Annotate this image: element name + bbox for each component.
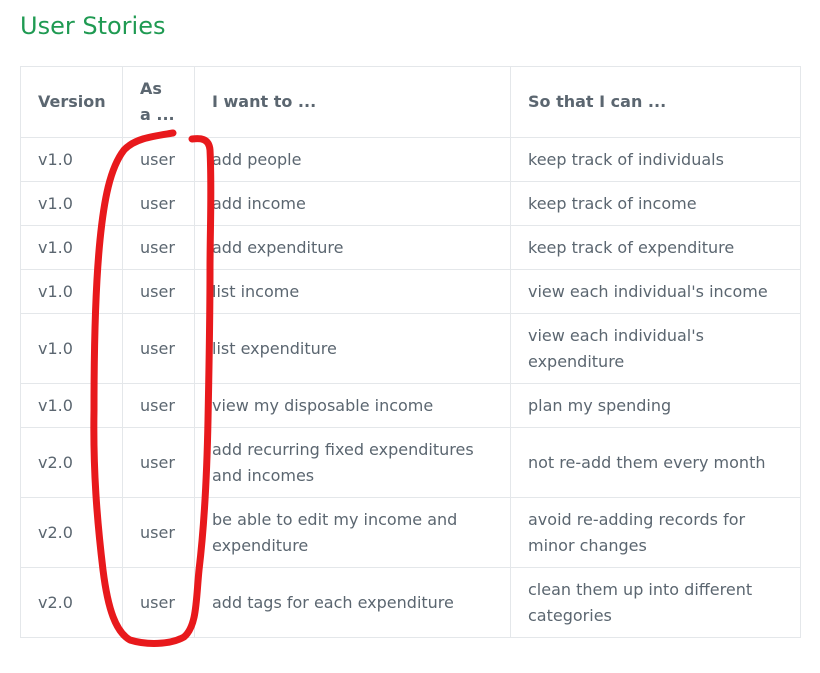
cell-want: add income: [194, 181, 511, 226]
cell-role: user: [122, 567, 195, 638]
cell-role: user: [122, 181, 195, 226]
cell-want: view my disposable income: [194, 383, 511, 428]
cell-version: v1.0: [20, 181, 123, 226]
cell-version: v2.0: [20, 497, 123, 568]
table-row: v1.0 user view my disposable income plan…: [20, 383, 801, 428]
cell-version: v2.0: [20, 567, 123, 638]
cell-version: v1.0: [20, 383, 123, 428]
cell-role: user: [122, 383, 195, 428]
table-row: v1.0 user add expenditure keep track of …: [20, 225, 801, 270]
table-row: v2.0 user add recurring fixed expenditur…: [20, 427, 801, 498]
table-row: v2.0 user be able to edit my income and …: [20, 497, 801, 568]
table-row: v1.0 user list expenditure view each ind…: [20, 313, 801, 384]
cell-benefit: keep track of individuals: [510, 137, 801, 182]
header-want: I want to ...: [194, 66, 511, 138]
cell-benefit: view each individual's income: [510, 269, 801, 314]
header-role: As a ...: [122, 66, 195, 138]
cell-role: user: [122, 427, 195, 498]
cell-version: v1.0: [20, 269, 123, 314]
header-version: Version: [20, 66, 123, 138]
cell-benefit: keep track of expenditure: [510, 225, 801, 270]
user-stories-table: Version As a ... I want to ... So that I…: [20, 66, 801, 638]
cell-benefit: plan my spending: [510, 383, 801, 428]
table-row: v1.0 user add income keep track of incom…: [20, 181, 801, 226]
table-header-row: Version As a ... I want to ... So that I…: [20, 66, 801, 138]
cell-want: add expenditure: [194, 225, 511, 270]
cell-version: v2.0: [20, 427, 123, 498]
cell-role: user: [122, 313, 195, 384]
page-title: User Stories: [20, 12, 166, 40]
header-benefit: So that I can ...: [510, 66, 801, 138]
cell-benefit: not re-add them every month: [510, 427, 801, 498]
table-row: v1.0 user add people keep track of indiv…: [20, 137, 801, 182]
cell-want: list income: [194, 269, 511, 314]
cell-want: list expenditure: [194, 313, 511, 384]
table-row: v1.0 user list income view each individu…: [20, 269, 801, 314]
cell-version: v1.0: [20, 313, 123, 384]
cell-benefit: keep track of income: [510, 181, 801, 226]
cell-want: add people: [194, 137, 511, 182]
cell-benefit: view each individual's expenditure: [510, 313, 801, 384]
cell-benefit: clean them up into different categories: [510, 567, 801, 638]
table-row: v2.0 user add tags for each expenditure …: [20, 567, 801, 638]
cell-want: add recurring fixed expenditures and inc…: [194, 427, 511, 498]
cell-benefit: avoid re-adding records for minor change…: [510, 497, 801, 568]
cell-role: user: [122, 225, 195, 270]
cell-role: user: [122, 497, 195, 568]
cell-version: v1.0: [20, 137, 123, 182]
cell-want: add tags for each expenditure: [194, 567, 511, 638]
cell-role: user: [122, 269, 195, 314]
cell-role: user: [122, 137, 195, 182]
cell-version: v1.0: [20, 225, 123, 270]
cell-want: be able to edit my income and expenditur…: [194, 497, 511, 568]
